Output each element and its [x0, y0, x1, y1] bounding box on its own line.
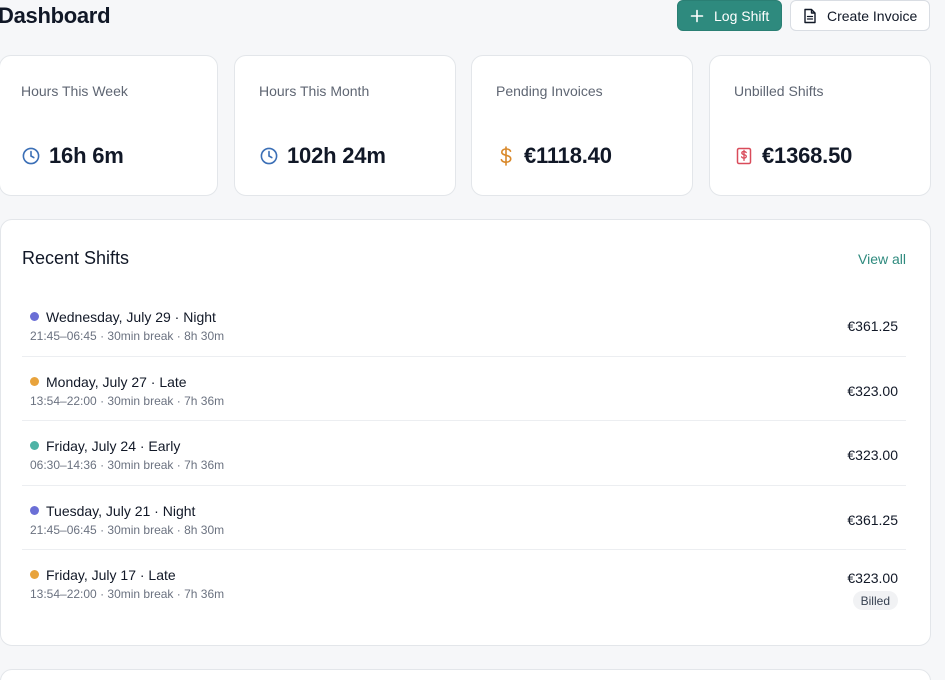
shift-amount: €323.00: [847, 447, 898, 463]
shift-type-dot: [30, 441, 39, 450]
create-invoice-label: Create Invoice: [827, 7, 918, 24]
plus-icon: [689, 8, 705, 24]
shift-amount: €361.25: [847, 318, 898, 334]
shift-title: Wednesday, July 29 · Night: [46, 309, 216, 325]
stat-card-hours-month: Hours This Month 102h 24m: [234, 55, 456, 196]
clock-icon: [21, 146, 41, 166]
shift-list: Wednesday, July 29 · Night 21:45–06:45 ·…: [22, 292, 906, 615]
stat-label: Pending Invoices: [496, 83, 603, 99]
shift-details: 13:54–22:00 · 30min break · 7h 36m: [30, 393, 225, 408]
shift-title: Friday, July 24 · Early: [46, 438, 181, 454]
page-title: Dashboard: [0, 3, 111, 28]
shift-amount: €361.25: [847, 511, 898, 528]
shift-row[interactable]: Friday, July 24 · Early 06:30–14:36 · 30…: [22, 421, 906, 486]
shift-type-dot: [30, 505, 39, 515]
recent-shifts-panel: Recent Shifts View all Wednesday, July 2…: [0, 219, 931, 646]
view-all-link[interactable]: View all: [858, 251, 906, 267]
shift-amount: €323.00: [847, 382, 898, 399]
stat-card-pending-invoices: Pending Invoices €1118.40: [471, 55, 693, 196]
create-invoice-button[interactable]: Create Invoice: [790, 0, 930, 31]
page-header: Dashboard Log Shift Create Invoice: [0, 0, 945, 32]
shift-details: 21:45–06:45 · 30min break · 8h 30m: [30, 329, 225, 343]
stat-value: €1368.50: [762, 143, 853, 168]
shift-type-dot: [30, 376, 39, 386]
dollar-icon: [496, 146, 516, 166]
shift-row[interactable]: Friday, July 17 · Late 13:54–22:00 · 30m…: [22, 550, 906, 615]
dashboard-page: Dashboard Log Shift Create Invoice Hours…: [0, 0, 945, 680]
stat-value: 102h 24m: [287, 143, 386, 168]
shift-row[interactable]: Wednesday, July 29 · Night 21:45–06:45 ·…: [22, 292, 906, 357]
shift-details: 21:45–06:45 · 30min break · 8h 30m: [30, 522, 225, 537]
shift-title: Friday, July 17 · Late: [46, 567, 176, 583]
stat-value: €1118.40: [524, 143, 612, 168]
stat-label: Unbilled Shifts: [734, 83, 824, 99]
shift-title: Monday, July 27 · Late: [46, 373, 187, 390]
shift-type-dot: [30, 570, 39, 579]
stat-card-unbilled-shifts: Unbilled Shifts €1368.50: [709, 55, 931, 196]
shift-row[interactable]: Monday, July 27 · Late 13:54–22:00 · 30m…: [22, 357, 906, 421]
recent-shifts-title: Recent Shifts: [22, 248, 130, 268]
shift-amount: €323.00: [847, 570, 898, 586]
shift-row[interactable]: Tuesday, July 21 · Night 21:45–06:45 · 3…: [22, 486, 906, 550]
next-panel: [0, 669, 931, 680]
log-shift-button[interactable]: Log Shift: [677, 0, 782, 31]
stat-card-hours-week: Hours This Week 16h 6m: [0, 55, 218, 196]
stat-label: Hours This Week: [21, 83, 128, 99]
clock-icon: [259, 146, 279, 166]
stat-label: Hours This Month: [259, 83, 370, 99]
shift-title: Tuesday, July 21 · Night: [46, 502, 196, 519]
shift-details: 06:30–14:36 · 30min break · 7h 36m: [30, 458, 225, 472]
receipt-icon: [734, 146, 754, 166]
stat-value: 16h 6m: [49, 143, 124, 168]
billed-badge: Billed: [852, 591, 898, 610]
shift-type-dot: [30, 312, 39, 321]
log-shift-label: Log Shift: [714, 7, 770, 24]
shift-details: 13:54–22:00 · 30min break · 7h 36m: [30, 587, 225, 601]
document-icon: [802, 8, 818, 24]
